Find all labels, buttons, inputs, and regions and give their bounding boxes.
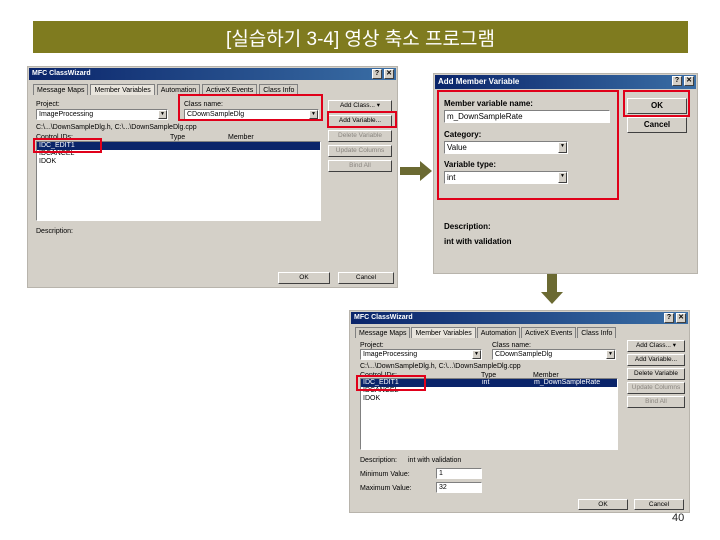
add-class-button[interactable]: Add Class... ▾	[627, 340, 685, 352]
help-icon[interactable]: ?	[372, 69, 382, 79]
bind-all-button[interactable]: Bind All	[627, 396, 685, 408]
row-id: IDOK	[39, 158, 57, 165]
maximum-value-label: Maximum Value:	[360, 485, 412, 492]
highlight-idc-edit1	[33, 138, 102, 153]
highlight-idc-edit1-result	[356, 375, 426, 391]
cancel-button[interactable]: Cancel	[627, 117, 687, 133]
update-columns-button[interactable]: Update Columns	[328, 145, 392, 157]
project-value: ImageProcessing	[363, 351, 418, 358]
slide-title: [실습하기 3-4] 영상 축소 프로그램	[33, 21, 688, 53]
close-icon[interactable]: ✕	[676, 313, 686, 323]
row-member: m_DownSampleRate	[534, 379, 601, 386]
tab-automation[interactable]: Automation	[476, 327, 521, 338]
cancel-button[interactable]: Cancel	[634, 499, 684, 510]
project-combo[interactable]: ImageProcessing ▼	[360, 349, 482, 360]
delete-variable-button[interactable]: Delete Variable	[328, 130, 392, 142]
add-variable-button[interactable]: Add Variable...	[627, 354, 685, 366]
minimum-value-input[interactable]: 1	[436, 468, 482, 479]
description-label: Description:	[360, 457, 397, 464]
window-titlebar: MFC ClassWizard ? ✕	[29, 68, 396, 80]
description-label: Description:	[36, 228, 73, 235]
list-row-idok[interactable]: IDOK	[37, 158, 320, 166]
tab-class-info[interactable]: Class Info	[577, 327, 617, 338]
file-path: C:\...\DownSampleDlg.h, C:\...\DownSampl…	[36, 124, 197, 131]
window-title: MFC ClassWizard	[354, 314, 413, 321]
close-icon[interactable]: ✕	[684, 76, 694, 86]
highlight-add-member-fields	[437, 90, 619, 200]
window-title: MFC ClassWizard	[32, 70, 91, 77]
control-ids-list[interactable]: IDC_EDIT1 IDCANCEL IDOK	[36, 141, 321, 221]
ok-button[interactable]: OK	[578, 499, 628, 510]
row-type: int	[482, 379, 490, 386]
close-icon[interactable]: ✕	[384, 69, 394, 79]
tab-activex-events[interactable]: ActiveX Events	[521, 327, 577, 338]
class-name-combo[interactable]: CDownSampleDlg ▼	[492, 349, 616, 360]
add-class-label: Add Class...	[635, 342, 671, 349]
slide-title-text: [실습하기 3-4] 영상 축소 프로그램	[226, 28, 495, 50]
description-value: int with validation	[408, 457, 462, 464]
page-number: 40	[672, 512, 685, 524]
tab-member-variables[interactable]: Member Variables	[90, 84, 155, 95]
description-label: Description:	[444, 222, 491, 231]
highlight-class-name	[178, 94, 323, 121]
tab-member-variables[interactable]: Member Variables	[411, 327, 476, 338]
list-row-idok[interactable]: IDOK	[361, 395, 617, 403]
chevron-down-icon[interactable]: ▼	[472, 350, 481, 359]
bind-all-button[interactable]: Bind All	[328, 160, 392, 172]
project-label: Project:	[36, 101, 60, 108]
ok-button[interactable]: OK	[278, 272, 330, 284]
tab-bar: Message Maps Member Variables Automation…	[355, 327, 617, 338]
project-combo[interactable]: ImageProcessing ▼	[36, 109, 168, 120]
dialog-titlebar: Add Member Variable ? ✕	[435, 75, 696, 89]
tab-message-maps[interactable]: Message Maps	[355, 327, 411, 338]
dialog-title: Add Member Variable	[438, 77, 520, 86]
class-name-value: CDownSampleDlg	[495, 351, 553, 358]
help-icon[interactable]: ?	[672, 76, 682, 86]
highlight-add-variable	[327, 111, 397, 128]
row-id: IDOK	[363, 395, 381, 402]
minimum-value-label: Minimum Value:	[360, 471, 410, 478]
maximum-value-input[interactable]: 32	[436, 482, 482, 493]
add-class-label: Add Class...	[339, 102, 375, 109]
help-icon[interactable]: ?	[664, 313, 674, 323]
project-value: ImageProcessing	[39, 111, 94, 118]
file-path: C:\...\DownSampleDlg.h, C:\...\DownSampl…	[360, 363, 521, 370]
update-columns-button[interactable]: Update Columns	[627, 382, 685, 394]
window-titlebar: MFC ClassWizard ? ✕	[351, 312, 688, 324]
class-wizard-window-result: MFC ClassWizard ? ✕ Message Maps Member …	[349, 310, 690, 513]
down-arrow-icon	[541, 274, 563, 304]
chevron-down-icon[interactable]: ▼	[158, 110, 167, 119]
right-arrow-icon	[400, 161, 432, 181]
delete-variable-button[interactable]: Delete Variable	[627, 368, 685, 380]
tab-message-maps[interactable]: Message Maps	[33, 84, 89, 95]
description-value: int with validation	[444, 237, 512, 246]
chevron-down-icon[interactable]: ▼	[606, 350, 615, 359]
highlight-ok-button	[623, 90, 690, 117]
cancel-button[interactable]: Cancel	[338, 272, 394, 284]
